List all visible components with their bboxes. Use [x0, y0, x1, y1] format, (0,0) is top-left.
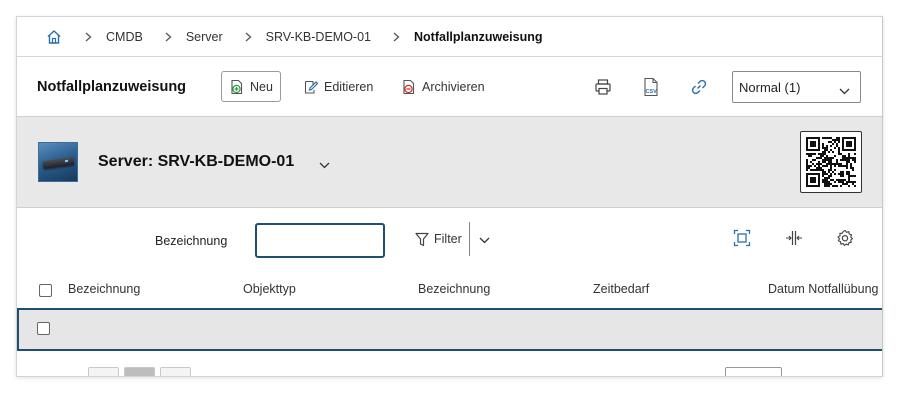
archive-button-label: Archivieren — [422, 79, 485, 94]
select-all-checkbox[interactable] — [39, 284, 52, 297]
chevron-down-icon[interactable] — [479, 232, 490, 247]
chevron-down-icon[interactable] — [319, 157, 330, 172]
pager-page-button[interactable] — [124, 367, 155, 376]
new-button-label: Neu — [250, 79, 273, 94]
filter-bar: Bezeichnung Filter — [17, 208, 882, 272]
toolbar: Notfallplanzuweisung Neu Editieren Archi… — [17, 57, 882, 117]
column-header-zeitbedarf[interactable]: Zeitbedarf — [593, 282, 649, 296]
table-header: Bezeichnung Objekttyp Bezeichnung Zeitbe… — [17, 272, 882, 308]
view-select-value: Normal (1) — [739, 79, 801, 95]
breadcrumb-item-object[interactable]: SRV-KB-DEMO-01 — [266, 30, 371, 44]
page-size-select[interactable] — [725, 367, 782, 376]
chevron-right-icon — [165, 32, 173, 42]
filter-button-label: Filter — [434, 232, 462, 246]
add-document-icon — [229, 79, 245, 95]
breadcrumb-item-cmdb[interactable]: CMDB — [106, 30, 143, 44]
column-header-objekttyp[interactable]: Objekttyp — [243, 282, 296, 296]
fit-screen-icon[interactable] — [732, 228, 752, 248]
column-header-bezeichnung-2[interactable]: Bezeichnung — [418, 282, 490, 296]
column-header-datum-notfalluebung[interactable]: Datum Notfallübung — [768, 282, 878, 296]
funnel-icon — [415, 232, 429, 247]
link-icon[interactable] — [689, 77, 709, 97]
edit-button-label: Editieren — [324, 79, 374, 94]
view-select[interactable]: Normal (1) — [732, 71, 861, 103]
csv-export-icon[interactable]: CSV — [641, 77, 661, 97]
object-header: Server: SRV-KB-DEMO-01 — [17, 116, 882, 208]
filter-label: Bezeichnung — [155, 234, 228, 248]
archive-button[interactable]: Archivieren — [401, 71, 485, 102]
home-icon[interactable] — [45, 28, 63, 46]
breadcrumb-item-current: Notfallplanzuweisung — [414, 29, 543, 44]
new-button[interactable]: Neu — [221, 71, 281, 102]
page-title: Notfallplanzuweisung — [37, 79, 187, 95]
row-checkbox[interactable] — [37, 322, 50, 335]
filter-divider — [469, 222, 470, 256]
filter-button[interactable]: Filter — [415, 222, 462, 256]
edit-button[interactable]: Editieren — [303, 71, 373, 102]
pager-next-button[interactable] — [160, 367, 191, 376]
qr-code[interactable] — [800, 131, 862, 193]
chevron-right-icon — [85, 32, 93, 42]
table-row[interactable] — [17, 308, 882, 351]
pager-prev-button[interactable] — [88, 367, 119, 376]
object-title: Server: SRV-KB-DEMO-01 — [98, 153, 295, 170]
chevron-right-icon — [393, 32, 401, 42]
edit-icon — [303, 79, 319, 95]
print-icon[interactable] — [593, 77, 613, 97]
column-resize-icon[interactable] — [784, 228, 804, 248]
breadcrumb-item-server[interactable]: Server — [186, 30, 223, 44]
breadcrumb: CMDB Server SRV-KB-DEMO-01 Notfallplanzu… — [17, 17, 882, 57]
app-window: CMDB Server SRV-KB-DEMO-01 Notfallplanzu… — [16, 16, 883, 377]
svg-text:CSV: CSV — [646, 89, 658, 95]
server-thumbnail — [38, 142, 78, 182]
chevron-down-icon — [839, 83, 850, 98]
name-filter-input[interactable] — [255, 223, 385, 258]
archive-icon — [401, 79, 417, 95]
settings-icon[interactable] — [835, 228, 855, 248]
column-header-bezeichnung[interactable]: Bezeichnung — [68, 282, 140, 296]
chevron-right-icon — [245, 32, 253, 42]
